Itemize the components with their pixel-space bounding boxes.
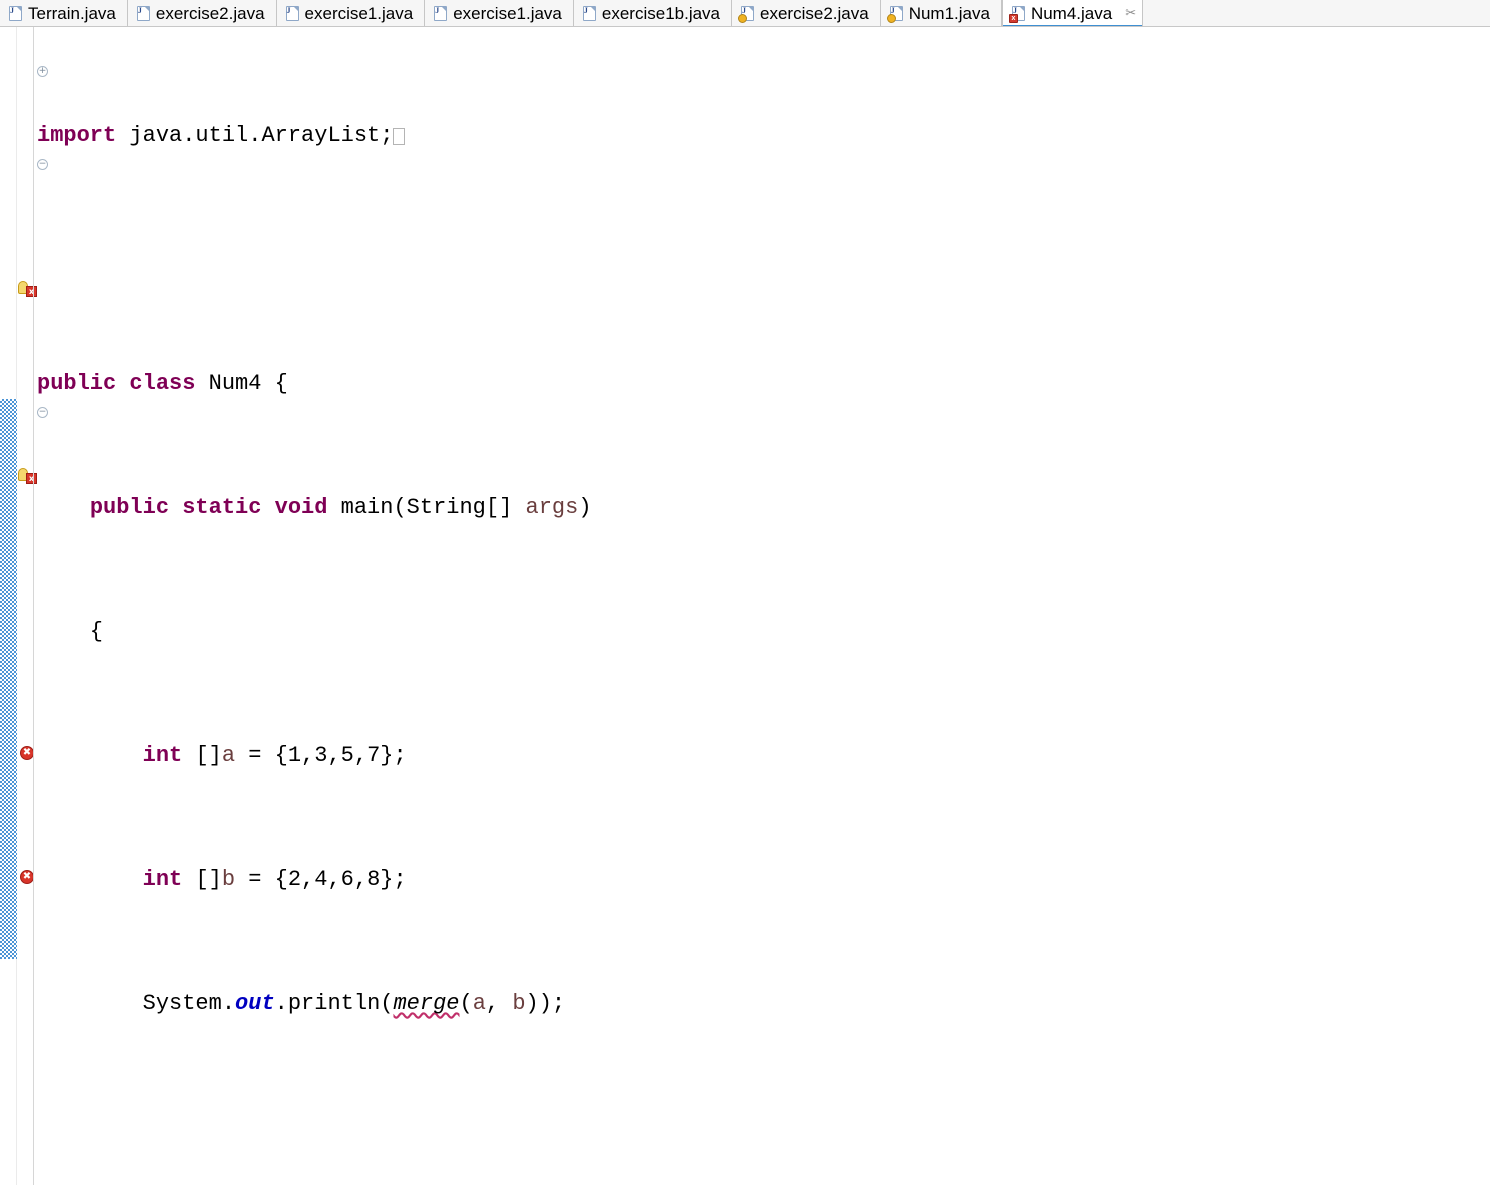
tab-exercise1b-java[interactable]: J exercise1b.java [573,0,733,26]
tab-terrain-java[interactable]: J Terrain.java [0,0,128,26]
tab-label: exercise2.java [760,4,869,23]
tab-label: exercise1b.java [601,4,721,23]
tab-label: Terrain.java [28,4,116,23]
tab-label: exercise2.java [155,4,265,23]
code-line[interactable] [34,244,1490,275]
change-segment [0,399,17,959]
tab-exercise1-java-1[interactable]: J exercise1.java [276,0,426,26]
code-line[interactable]: int []b = {2,4,6,8}; [34,864,1490,895]
whitespace-marker-icon [393,128,406,145]
diff-change-ruler [0,27,17,1185]
error-icon[interactable]: ✖ [20,746,34,760]
source-code-area[interactable]: import java.util.ArrayList; public class… [34,27,1490,1185]
java-file-error-icon: Jx [1008,6,1025,23]
tab-label: Num4.java [1030,4,1113,23]
java-file-warning-icon: J [738,6,755,23]
code-line[interactable] [34,1112,1490,1143]
annotation-gutter[interactable]: + − x − x ✖ ✖ [17,27,48,1185]
error-icon[interactable]: ✖ [20,870,34,884]
tab-label: Num1.java [908,4,990,23]
tab-num1-java[interactable]: J Num1.java [880,0,1002,26]
code-line[interactable]: public static void main(String[] args) [34,492,1490,523]
java-file-icon: J [136,6,150,21]
code-editor[interactable]: + − x − x ✖ ✖ import java.util.ArrayList… [0,27,1490,1185]
tab-label: exercise1.java [453,4,562,23]
tab-exercise2-java-2[interactable]: J exercise2.java [732,0,881,26]
java-file-icon: J [434,6,448,21]
tab-label: exercise1.java [304,4,414,23]
code-line[interactable]: public class Num4 { [34,368,1490,399]
editor-tab-bar: J Terrain.java J exercise2.java J exerci… [0,0,1490,27]
code-line[interactable]: { [34,616,1490,647]
tab-exercise2-java-1[interactable]: J exercise2.java [127,0,277,26]
java-file-icon: J [9,6,22,21]
java-file-icon: J [582,6,596,21]
tab-num4-java[interactable]: Jx Num4.java ✂ [1001,0,1144,26]
java-file-icon: J [285,6,299,21]
tab-exercise1-java-2[interactable]: J exercise1.java [425,0,574,26]
code-line[interactable]: int []a = {1,3,5,7}; [34,740,1490,771]
code-line[interactable]: System.out.println(merge(a, b)); [34,988,1490,1019]
code-line[interactable]: import java.util.ArrayList; [34,120,1490,151]
close-icon[interactable]: ✂ [1125,6,1136,21]
java-file-warning-icon: J [886,6,903,23]
